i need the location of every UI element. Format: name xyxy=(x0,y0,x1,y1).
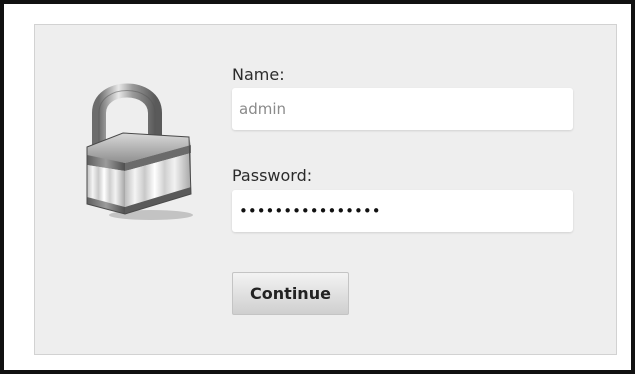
name-label: Name: xyxy=(232,65,285,84)
continue-button[interactable]: Continue xyxy=(232,272,349,315)
name-input[interactable] xyxy=(232,88,573,130)
password-label: Password: xyxy=(232,166,313,185)
login-panel: Name: Password: Continue xyxy=(34,24,617,355)
padlock-icon xyxy=(86,83,193,220)
password-input[interactable] xyxy=(232,190,573,232)
window-frame: Name: Password: Continue xyxy=(0,0,635,374)
